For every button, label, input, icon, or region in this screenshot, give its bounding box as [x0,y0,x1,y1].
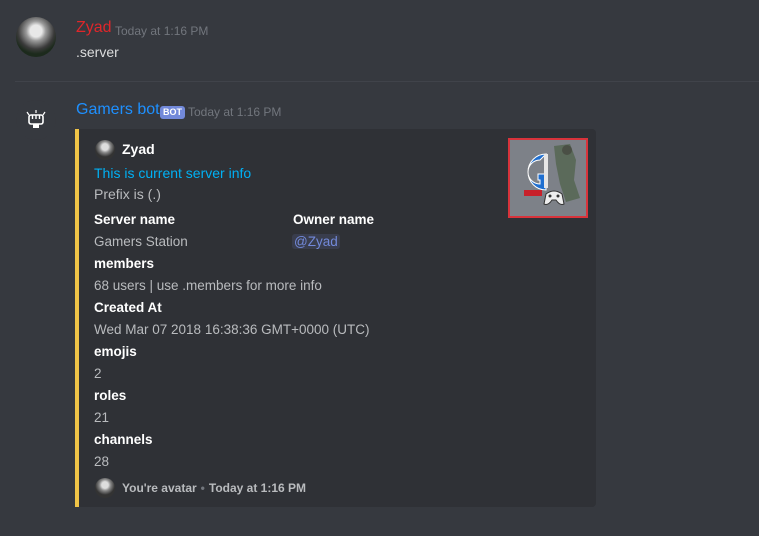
embed-author-avatar [95,140,115,160]
field-owner-name-label: Owner name [293,212,375,227]
bot-badge: BOT [160,106,185,119]
embed-footer-text: You're avatar [122,481,197,495]
embed-author: Zyad [122,141,155,157]
embed-footer-timestamp: Today at 1:16 PM [208,481,307,495]
field-server-name-value: Gamers Station [94,234,188,249]
username-zyad[interactable]: Zyad [76,19,112,37]
field-channels-value: 28 [94,454,110,469]
embed-title[interactable]: This is current server info [94,165,251,181]
field-created-at-value: Wed Mar 07 2018 16:38:36 GMT+0000 (UTC) [94,322,370,337]
field-created-at-label: Created At [94,300,162,315]
embed-thumbnail[interactable] [508,138,588,218]
embed-footer-avatar [95,478,115,498]
embed-footer: You're avatar • Today at 1:16 PM [122,481,306,495]
field-channels-label: channels [94,432,153,447]
field-members-value: 68 users | use .members for more info [94,278,322,293]
user-avatar[interactable] [16,17,56,57]
field-roles-label: roles [94,388,127,403]
embed-description: Prefix is (.) [94,186,161,202]
embed-footer-separator: • [200,481,205,495]
message-content: .server [76,44,119,60]
bot-avatar[interactable] [16,100,56,140]
username-gamers-bot[interactable]: Gamers bot [76,101,160,119]
field-emojis-label: emojis [94,344,137,359]
message-timestamp: Today at 1:16 PM [188,105,282,119]
fist-icon [26,110,46,128]
message-timestamp: Today at 1:16 PM [115,24,209,38]
field-members-label: members [94,256,155,271]
field-server-name-label: Server name [94,212,176,227]
owner-mention[interactable]: @Zyad [292,234,340,249]
message-divider [15,81,759,82]
server-info-embed: Zyad This is current server info Prefix … [75,129,596,507]
gamers-station-logo [510,140,586,216]
field-roles-value: 21 [94,410,110,425]
field-emojis-value: 2 [94,366,102,381]
